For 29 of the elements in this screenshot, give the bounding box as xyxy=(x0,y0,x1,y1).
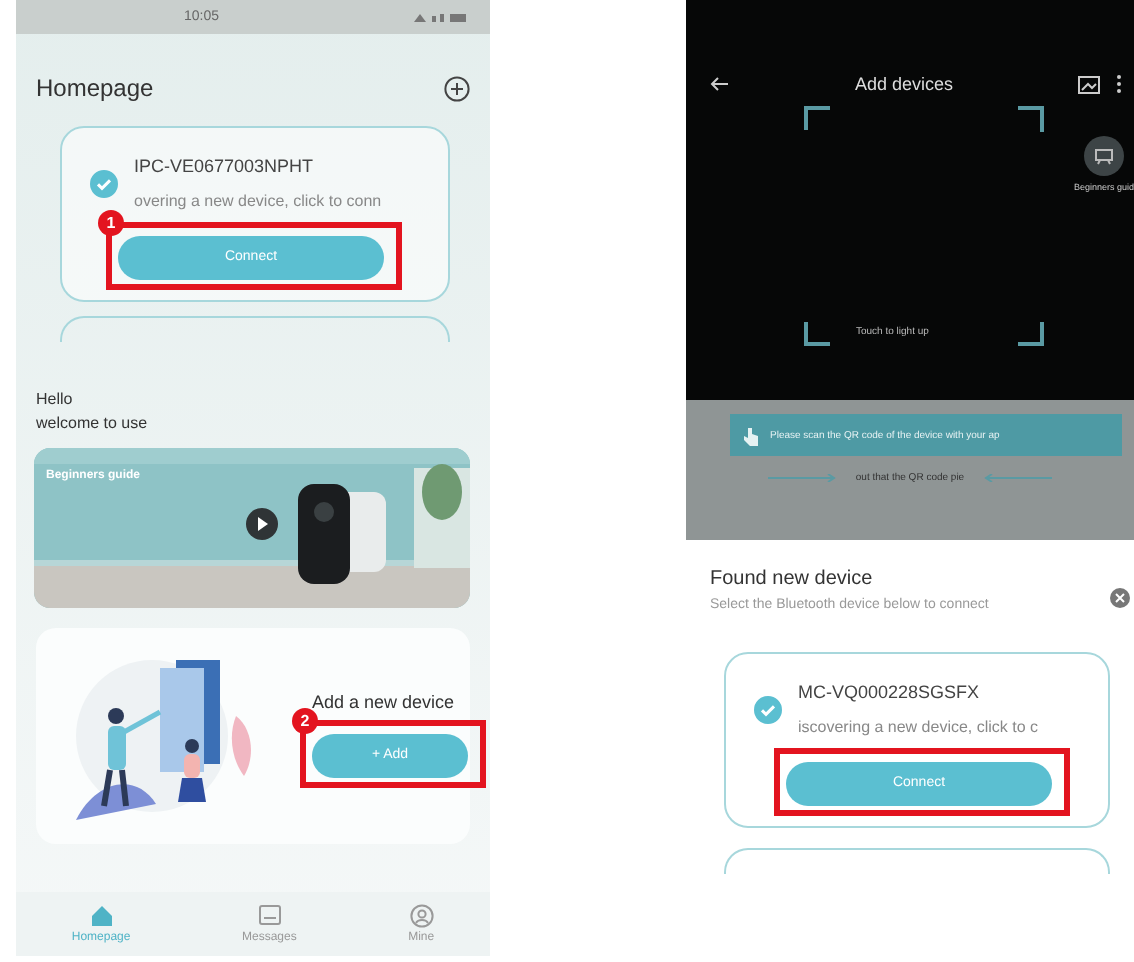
hand-icon xyxy=(742,425,760,445)
step-badge: 2 xyxy=(292,708,318,735)
status-icons xyxy=(410,11,470,23)
checked-icon[interactable] xyxy=(90,169,118,197)
play-icon[interactable] xyxy=(246,507,278,539)
image-icon[interactable] xyxy=(1078,75,1100,93)
add-icon[interactable] xyxy=(444,75,470,101)
guide-button[interactable] xyxy=(1083,136,1124,176)
back-icon[interactable] xyxy=(710,76,730,92)
add-device-title: Add a new device xyxy=(312,692,457,713)
person-icon xyxy=(409,904,434,928)
step-badge: 1 xyxy=(98,210,124,236)
arrow-icon xyxy=(984,474,1053,482)
device-status: iscovering a new device, click to c xyxy=(798,718,1039,736)
close-icon[interactable] xyxy=(1110,588,1130,608)
more-icon[interactable] xyxy=(1116,74,1122,94)
device-name: IPC-VE0677003NPHT xyxy=(134,156,316,176)
device-name: MC-VQ000228SGSFX xyxy=(798,682,982,702)
home-icon xyxy=(89,904,114,928)
greeting-text: Hello xyxy=(36,389,75,407)
screen-title: Add devices xyxy=(852,74,956,94)
checked-icon[interactable] xyxy=(754,695,782,723)
page-title: Homepage xyxy=(36,74,154,102)
arrow-icon xyxy=(767,474,836,482)
device-status: overing a new device, click to conn xyxy=(134,192,382,210)
sheet-title: Found new device xyxy=(710,568,875,590)
greeting-text: welcome to use xyxy=(36,413,150,431)
guide-icon xyxy=(1093,147,1114,165)
message-icon xyxy=(257,904,282,928)
